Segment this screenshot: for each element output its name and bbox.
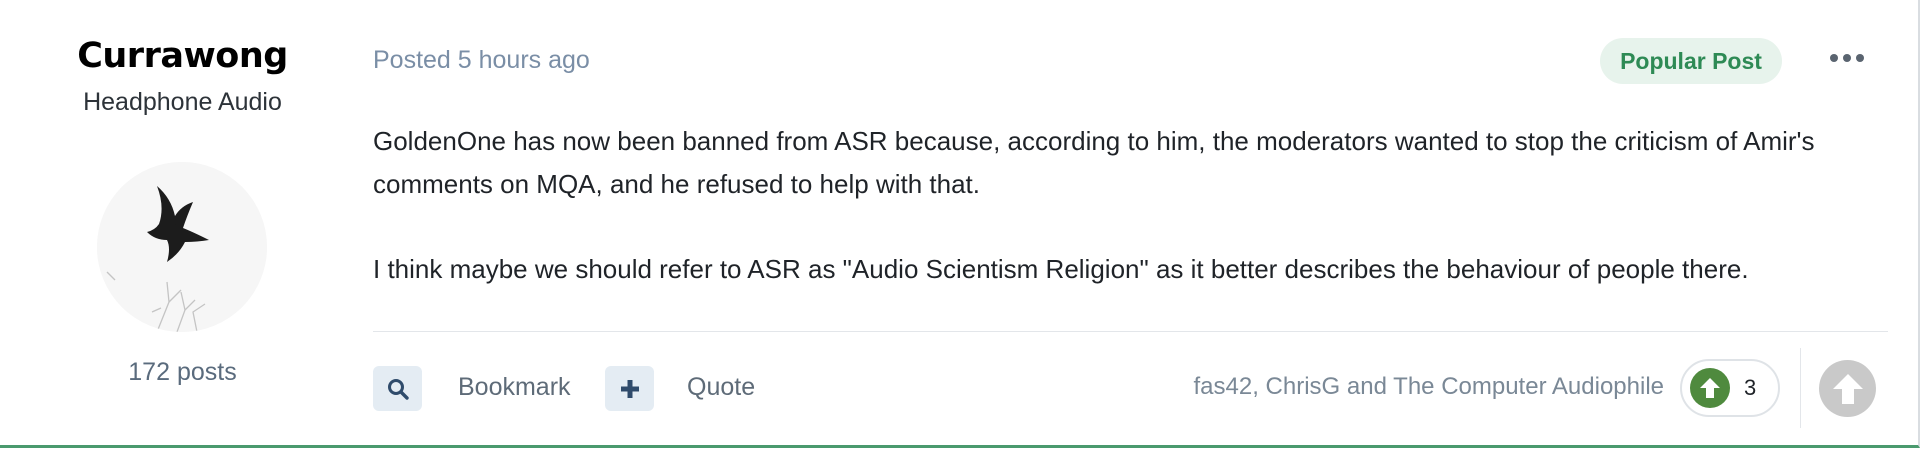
bookmark-button[interactable]: Bookmark — [458, 373, 571, 402]
toolbar-separator — [1800, 348, 1801, 428]
author-panel: Currawong Headphone Audio 172 posts — [0, 0, 365, 448]
reacted-by-list[interactable]: fas42, ChrisG and The Computer Audiophil… — [1194, 373, 1665, 401]
author-name[interactable]: Currawong — [0, 36, 365, 76]
bookmark-icon-button[interactable] — [373, 366, 422, 411]
quote-button[interactable]: Quote — [687, 373, 755, 402]
search-icon — [387, 378, 409, 400]
post-count[interactable]: 172 posts — [0, 358, 365, 387]
quote-icon-button[interactable] — [605, 366, 654, 411]
ellipsis-icon — [1856, 54, 1864, 62]
more-options-button[interactable] — [1830, 48, 1864, 68]
post-paragraph: I think maybe we should refer to ASR as … — [373, 254, 1749, 284]
post-timestamp[interactable]: Posted 5 hours ago — [373, 46, 590, 75]
popular-post-badge: Popular Post — [1600, 38, 1782, 84]
upvote-button[interactable] — [1819, 360, 1876, 417]
post-paragraph: GoldenOne has now been banned from ASR b… — [373, 126, 1815, 199]
reaction-count: 3 — [1744, 375, 1757, 400]
bird-avatar-image — [97, 162, 267, 332]
plus-icon — [620, 379, 639, 398]
upvote-icon — [1832, 373, 1863, 404]
forum-post: Currawong Headphone Audio 172 posts Post… — [0, 0, 1920, 448]
post-body: GoldenOne has now been banned from ASR b… — [373, 120, 1893, 333]
reaction-summary[interactable]: 3 — [1680, 359, 1780, 417]
ellipsis-icon — [1843, 54, 1851, 62]
author-title: Headphone Audio — [83, 88, 282, 116]
content-divider — [373, 331, 1888, 332]
avatar[interactable] — [97, 162, 267, 332]
upvote-icon — [1690, 368, 1730, 408]
ellipsis-icon — [1830, 54, 1838, 62]
